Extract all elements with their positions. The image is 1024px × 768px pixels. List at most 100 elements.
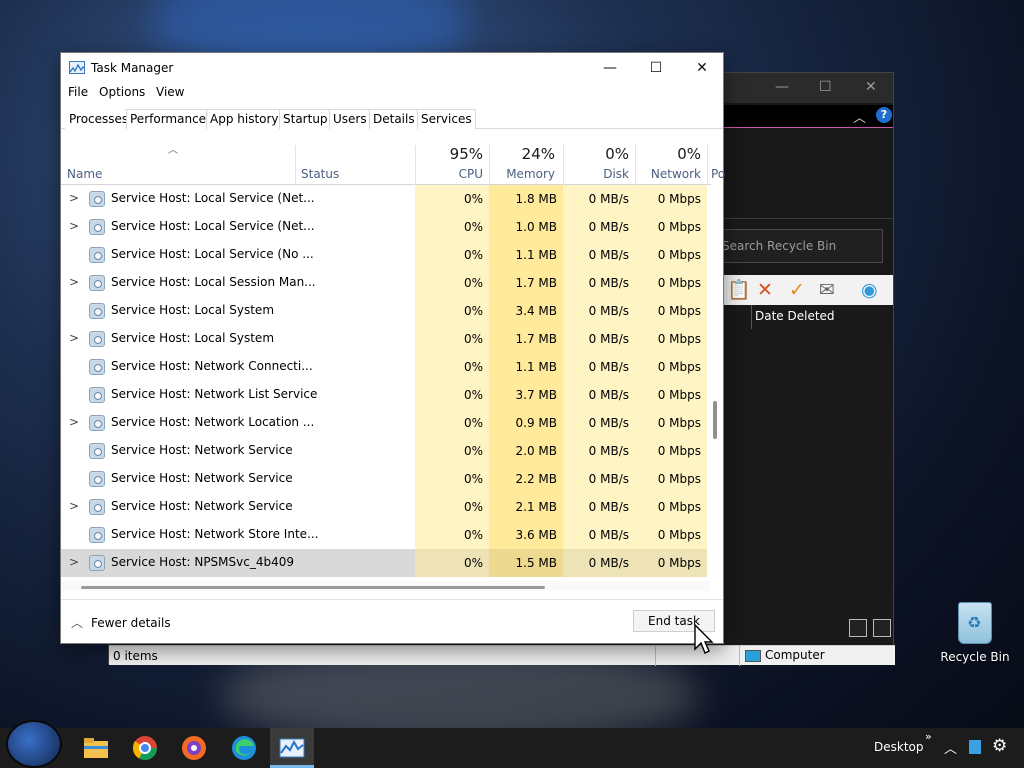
tab-bar: Processes Performance App history Startu… [61, 107, 723, 129]
column-header-network[interactable]: Network [635, 167, 701, 181]
network-value: 0 Mbps [635, 269, 707, 297]
task-manager-titlebar[interactable]: Task Manager — ☐ ✕ [61, 53, 723, 83]
recycle-bin-desktop-icon[interactable]: Recycle Bin [940, 602, 1010, 664]
close-icon[interactable]: ✕ [865, 79, 877, 95]
desktop-toolbar-label[interactable]: Desktop [874, 740, 924, 754]
tab-app-history[interactable]: App history [206, 109, 283, 129]
details-view-icon[interactable] [849, 619, 867, 637]
service-host-icon [89, 303, 105, 319]
process-status-cell [295, 297, 415, 325]
column-separator [707, 145, 708, 185]
tab-details[interactable]: Details [369, 109, 419, 129]
network-value: 0 Mbps [635, 437, 707, 465]
start-button[interactable] [6, 720, 62, 768]
chevron-up-icon[interactable]: ︿ [853, 107, 866, 126]
process-name: Service Host: Network Service [111, 471, 293, 485]
process-row[interactable]: > Service Host: NPSMSvc_4b409 0% 1.5 MB 0 MB… [61, 549, 707, 577]
process-row[interactable]: Service Host: Network Store Inte... 0% 3.6… [61, 521, 707, 549]
cpu-value: 0% [415, 437, 489, 465]
chevron-right-icon[interactable]: > [69, 331, 79, 345]
disk-value: 0 MB/s [563, 241, 635, 269]
service-host-icon [89, 331, 105, 347]
service-host-icon [89, 219, 105, 235]
column-header-memory[interactable]: Memory [489, 167, 555, 181]
process-row[interactable]: Service Host: Local System 0% 3.4 MB 0 MB/s… [61, 297, 707, 325]
memory-value: 3.4 MB [489, 297, 563, 325]
clipboard-icon[interactable]: 📋 [727, 280, 751, 300]
chevron-right-icon[interactable]: > [69, 499, 79, 513]
process-row[interactable]: > Service Host: Local Service (Net... 0% 1.… [61, 213, 707, 241]
maximize-button[interactable]: ☐ [633, 53, 679, 83]
close-button[interactable]: ✕ [679, 53, 725, 83]
process-row[interactable]: Service Host: Network Service 0% 2.2 MB 0 M… [61, 465, 707, 493]
process-list[interactable]: > Service Host: Local Service (Net... 0% 1.… [61, 185, 707, 577]
tab-startup[interactable]: Startup [279, 109, 332, 129]
disk-value: 0 MB/s [563, 409, 635, 437]
edge-icon[interactable] [230, 734, 258, 762]
cpu-value: 0% [415, 297, 489, 325]
chevron-right-icon[interactable]: > [69, 219, 79, 233]
menu-options[interactable]: Options [99, 85, 145, 99]
large-icons-view-icon[interactable] [872, 619, 891, 637]
chevron-right-icon[interactable]: > [69, 275, 79, 289]
column-header-cpu[interactable]: CPU [415, 167, 483, 181]
tab-services[interactable]: Services [417, 109, 476, 129]
process-row[interactable]: Service Host: Network Connecti... 0% 1.1 M… [61, 353, 707, 381]
menu-file[interactable]: File [68, 85, 88, 99]
process-row[interactable]: Service Host: Local Service (No ... 0% 1.1… [61, 241, 707, 269]
process-row[interactable]: > Service Host: Local Service (Net... 0% 1.… [61, 185, 707, 213]
brave-browser-icon[interactable] [180, 734, 208, 762]
memory-value: 1.7 MB [489, 269, 563, 297]
minimize-icon[interactable]: — [775, 79, 789, 95]
process-name: Service Host: Network Store Inte... [111, 527, 319, 541]
horizontal-scrollbar[interactable] [81, 586, 545, 589]
task-manager-taskbar-icon[interactable] [278, 734, 306, 762]
tab-performance[interactable]: Performance [126, 109, 211, 129]
process-row[interactable]: > Service Host: Local System 0% 1.7 MB 0 MB/… [61, 325, 707, 353]
disk-total-percent[interactable]: 0% [563, 145, 629, 163]
network-value: 0 Mbps [635, 325, 707, 353]
tab-users[interactable]: Users [329, 109, 371, 129]
gear-icon[interactable]: ⚙ [992, 736, 1007, 756]
help-icon[interactable]: ? [876, 107, 892, 123]
process-row[interactable]: > Service Host: Network Service 0% 2.1 MB 0 … [61, 493, 707, 521]
maximize-icon[interactable]: ☐ [819, 79, 832, 95]
task-manager-footer: ︿ Fewer details End task [61, 599, 723, 645]
checkmark-icon[interactable]: ✓ [789, 280, 805, 300]
show-hidden-icons-icon[interactable]: ︿ [944, 738, 957, 757]
network-total-percent[interactable]: 0% [635, 145, 701, 163]
process-row[interactable]: > Service Host: Network Location ... 0% 0.9… [61, 409, 707, 437]
disk-value: 0 MB/s [563, 381, 635, 409]
chevron-right-icon[interactable]: > [69, 191, 79, 205]
toolbar-expand-icon[interactable]: » [925, 730, 932, 743]
column-header-disk[interactable]: Disk [563, 167, 629, 181]
status-separator [739, 646, 740, 666]
column-header-status[interactable]: Status [301, 167, 339, 181]
envelope-icon[interactable]: ✉ [819, 280, 835, 300]
process-row[interactable]: > Service Host: Local Session Man... 0% 1.7… [61, 269, 707, 297]
search-input[interactable]: Search Recycle Bin [715, 229, 883, 263]
column-header-name[interactable]: Name [67, 167, 102, 181]
tray-app-icon[interactable] [969, 740, 981, 754]
sort-ascending-icon[interactable]: ︿ [168, 141, 178, 156]
minimize-button[interactable]: — [587, 53, 633, 83]
memory-total-percent[interactable]: 24% [489, 145, 555, 163]
cpu-total-percent[interactable]: 95% [415, 145, 483, 163]
chevron-right-icon[interactable]: > [69, 555, 79, 569]
process-name: Service Host: Local System [111, 331, 275, 345]
delete-icon[interactable]: ✕ [757, 280, 773, 300]
chrome-icon[interactable] [131, 734, 159, 762]
chevron-right-icon[interactable]: > [69, 415, 79, 429]
fewer-details-button[interactable]: ︿ Fewer details [71, 614, 171, 631]
date-deleted-column-header[interactable]: Date Deleted [755, 309, 835, 323]
process-row[interactable]: Service Host: Network List Service 0% 3.7 … [61, 381, 707, 409]
tab-processes[interactable]: Processes [65, 109, 133, 129]
shell-icon[interactable]: ◉ [861, 280, 878, 300]
vertical-scrollbar[interactable] [713, 401, 717, 439]
file-explorer-icon[interactable] [82, 734, 110, 762]
process-row[interactable]: Service Host: Network Service 0% 2.0 MB 0 M… [61, 437, 707, 465]
memory-value: 1.1 MB [489, 353, 563, 381]
task-manager-window[interactable]: Task Manager — ☐ ✕ File Options View Pro… [60, 52, 725, 645]
column-header-power-partial[interactable]: Po [711, 167, 725, 181]
menu-view[interactable]: View [156, 85, 184, 99]
